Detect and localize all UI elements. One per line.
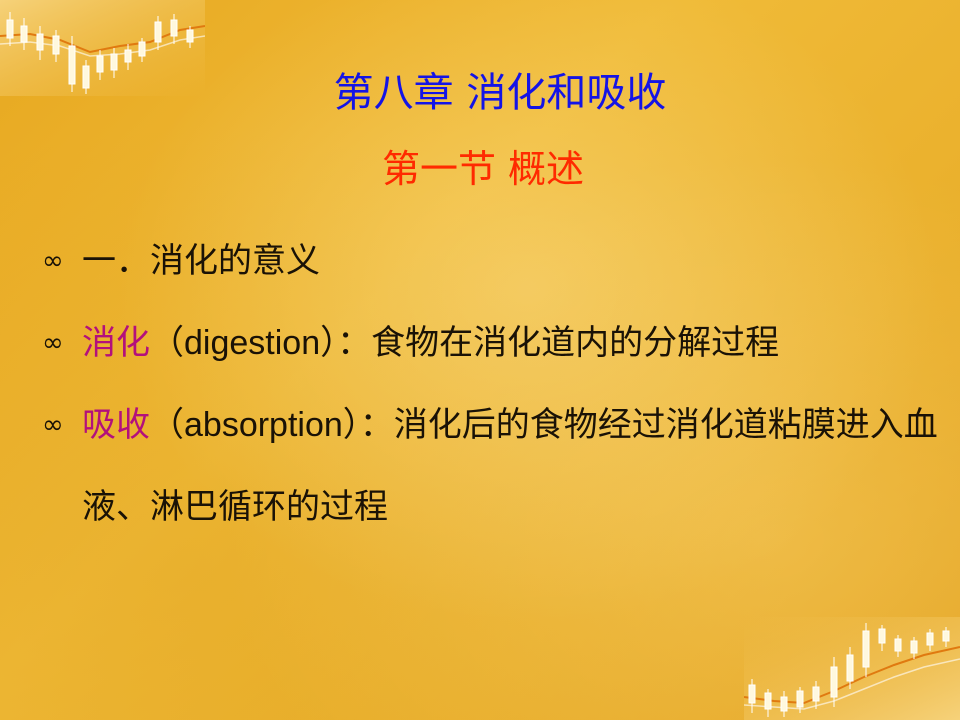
bullet-text: 一．消化的意义 xyxy=(82,241,320,281)
swirl-bullet-icon: ∞ xyxy=(42,246,64,276)
bullet-item-meaning: ∞ 一．消化的意义 xyxy=(40,220,940,302)
bullet-item-absorption: ∞ 吸收（absorption）：消化后的食物经过消化道粘膜进入血液、淋巴循环的… xyxy=(40,384,940,548)
swirl-bullet-icon: ∞ xyxy=(42,410,64,440)
digestion-definition: ）：食物在消化道内的分解过程 xyxy=(320,323,780,363)
bullet-item-digestion: ∞ 消化（digestion）：食物在消化道内的分解过程 xyxy=(40,302,940,384)
english-digestion: digestion xyxy=(184,324,321,362)
corner-candlestick-bottom-right xyxy=(744,617,960,720)
term-absorption: 吸收 xyxy=(82,405,150,445)
open-paren: （ xyxy=(150,323,184,363)
slide-title: 第八章 消化和吸收 xyxy=(333,70,667,116)
bullet-list: ∞ 一．消化的意义 ∞ 消化（digestion）：食物在消化道内的分解过程 ∞… xyxy=(40,220,940,548)
term-digestion: 消化 xyxy=(82,323,150,363)
swirl-bullet-icon: ∞ xyxy=(42,328,64,358)
slide: 第八章 消化和吸收 第一节 概述 ∞ 一．消化的意义 ∞ 消化（digestio… xyxy=(0,0,960,720)
open-paren: （ xyxy=(150,405,184,445)
slide-subtitle: 第一节 概述 xyxy=(381,147,585,191)
english-absorption: absorption xyxy=(184,406,343,444)
